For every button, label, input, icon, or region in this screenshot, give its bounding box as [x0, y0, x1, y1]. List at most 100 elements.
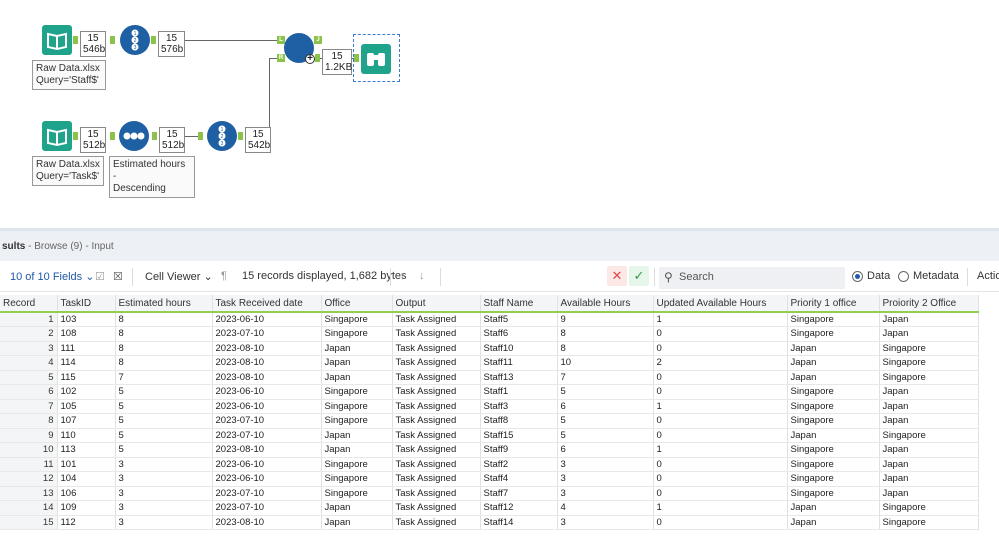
table-cell[interactable]: 5 [115, 428, 213, 443]
table-cell[interactable]: 8 [115, 341, 213, 356]
output-anchor[interactable] [238, 132, 243, 140]
table-cell[interactable]: Task Assigned [392, 384, 481, 400]
column-header[interactable]: Priority 1 office [787, 295, 880, 313]
cell-viewer-dropdown[interactable]: Cell Viewer ⌄ [145, 270, 213, 283]
table-cell[interactable]: 0 [653, 428, 788, 443]
output-anchor[interactable] [152, 132, 157, 140]
table-cell[interactable]: Singapore [787, 457, 880, 472]
table-row[interactable]: 5 115 7 2023-08-10 Japan Task Assigned Staff13… [0, 370, 979, 385]
column-header[interactable]: Updated Available Hours [653, 295, 788, 313]
table-cell[interactable]: 8 [115, 312, 213, 327]
table-cell[interactable]: 2 [653, 355, 788, 371]
table-cell[interactable]: Japan [321, 370, 393, 385]
table-cell[interactable]: 5 [115, 442, 213, 458]
table-row[interactable]: 2 108 8 2023-07-10 Singapore Task Assigned Sta… [0, 326, 979, 342]
search-input[interactable]: ⚲ Search [659, 267, 845, 289]
table-cell[interactable]: Task Assigned [392, 471, 481, 487]
table-cell[interactable]: 1 [653, 500, 788, 516]
table-cell[interactable]: 0 [653, 457, 788, 472]
record-number-cell[interactable]: 2 [0, 326, 58, 342]
table-cell[interactable]: Japan [879, 312, 979, 327]
table-cell[interactable]: 2023-08-10 [212, 515, 322, 530]
table-cell[interactable]: Japan [321, 428, 393, 443]
table-cell[interactable]: 8 [115, 326, 213, 342]
table-cell[interactable]: Staff5 [480, 312, 558, 327]
table-cell[interactable]: 0 [653, 384, 788, 400]
table-cell[interactable]: 1 [653, 312, 788, 327]
table-cell[interactable]: Singapore [879, 515, 979, 530]
table-cell[interactable]: 3 [115, 486, 213, 501]
table-row[interactable]: 7 105 5 2023-06-10 Singapore Task Assigned Sta… [0, 399, 979, 414]
table-cell[interactable]: 0 [653, 413, 788, 429]
output-anchor[interactable] [73, 36, 78, 44]
table-cell[interactable]: 102 [57, 384, 116, 400]
table-cell[interactable]: Task Assigned [392, 370, 481, 385]
table-cell[interactable]: 8 [115, 355, 213, 371]
table-cell[interactable]: 2023-07-10 [212, 486, 322, 501]
join-output-anchor[interactable] [315, 54, 320, 62]
table-cell[interactable]: 5 [115, 384, 213, 400]
input-data-tool-staff[interactable] [42, 25, 72, 55]
table-cell[interactable]: Staff11 [480, 355, 558, 371]
metadata-radio-label[interactable]: Metadata [913, 270, 959, 282]
table-cell[interactable]: Singapore [879, 341, 979, 356]
table-cell[interactable]: 2023-06-10 [212, 471, 322, 487]
table-cell[interactable]: Japan [787, 500, 880, 516]
table-cell[interactable]: 105 [57, 399, 116, 414]
table-cell[interactable]: Singapore [321, 457, 393, 472]
table-cell[interactable]: 3 [557, 471, 654, 487]
table-cell[interactable]: Japan [321, 442, 393, 458]
input-anchor[interactable] [110, 132, 115, 140]
table-cell[interactable]: Japan [879, 399, 979, 414]
input-data-tool-task[interactable] [42, 121, 72, 151]
table-cell[interactable]: 8 [557, 341, 654, 356]
table-cell[interactable]: Singapore [879, 500, 979, 516]
table-cell[interactable]: Singapore [321, 384, 393, 400]
record-number-cell[interactable]: 1 [0, 312, 58, 327]
table-cell[interactable]: Singapore [787, 326, 880, 342]
table-row[interactable]: 14 109 3 2023-07-10 Japan Task Assigned Staff1… [0, 500, 979, 516]
column-header[interactable]: Task Received date [212, 295, 322, 313]
table-cell[interactable]: Japan [879, 413, 979, 429]
table-cell[interactable]: Task Assigned [392, 413, 481, 429]
checkbox-icon[interactable]: ☑ [95, 270, 105, 283]
table-cell[interactable]: Staff12 [480, 500, 558, 516]
record-number-cell[interactable]: 14 [0, 500, 58, 516]
table-cell[interactable]: 104 [57, 471, 116, 487]
table-cell[interactable]: 9 [557, 312, 654, 327]
table-cell[interactable]: 115 [57, 370, 116, 385]
table-cell[interactable]: Singapore [879, 370, 979, 385]
table-cell[interactable]: Staff4 [480, 471, 558, 487]
table-cell[interactable]: Singapore [321, 471, 393, 487]
record-number-cell[interactable]: 10 [0, 442, 58, 458]
table-cell[interactable]: 2023-08-10 [212, 341, 322, 356]
data-radio-label[interactable]: Data [867, 270, 890, 282]
column-header[interactable]: Estimated hours [115, 295, 213, 313]
fields-selector[interactable]: 10 of 10 Fields ⌄ [10, 270, 94, 283]
table-cell[interactable]: Japan [879, 486, 979, 501]
table-cell[interactable]: 114 [57, 355, 116, 371]
table-cell[interactable]: 110 [57, 428, 116, 443]
table-cell[interactable]: Task Assigned [392, 486, 481, 501]
table-cell[interactable]: 113 [57, 442, 116, 458]
table-cell[interactable]: Staff15 [480, 428, 558, 443]
table-cell[interactable]: 109 [57, 500, 116, 516]
table-cell[interactable]: 7 [557, 370, 654, 385]
table-cell[interactable]: 106 [57, 486, 116, 501]
table-cell[interactable]: 3 [115, 471, 213, 487]
table-cell[interactable]: 6 [557, 442, 654, 458]
record-number-cell[interactable]: 3 [0, 341, 58, 356]
table-cell[interactable]: Japan [787, 428, 880, 443]
table-cell[interactable]: Task Assigned [392, 515, 481, 530]
table-row[interactable]: 10 113 5 2023-08-10 Japan Task Assigned Staff9… [0, 442, 979, 458]
table-cell[interactable]: 3 [115, 515, 213, 530]
table-cell[interactable]: Staff6 [480, 326, 558, 342]
table-cell[interactable]: Task Assigned [392, 399, 481, 414]
table-cell[interactable]: Staff2 [480, 457, 558, 472]
table-cell[interactable]: Japan [879, 457, 979, 472]
output-anchor[interactable] [73, 132, 78, 140]
table-cell[interactable]: Japan [787, 515, 880, 530]
table-cell[interactable]: 3 [557, 486, 654, 501]
clear-filter-button[interactable]: ✕ [607, 266, 627, 286]
input-anchor[interactable] [110, 36, 115, 44]
